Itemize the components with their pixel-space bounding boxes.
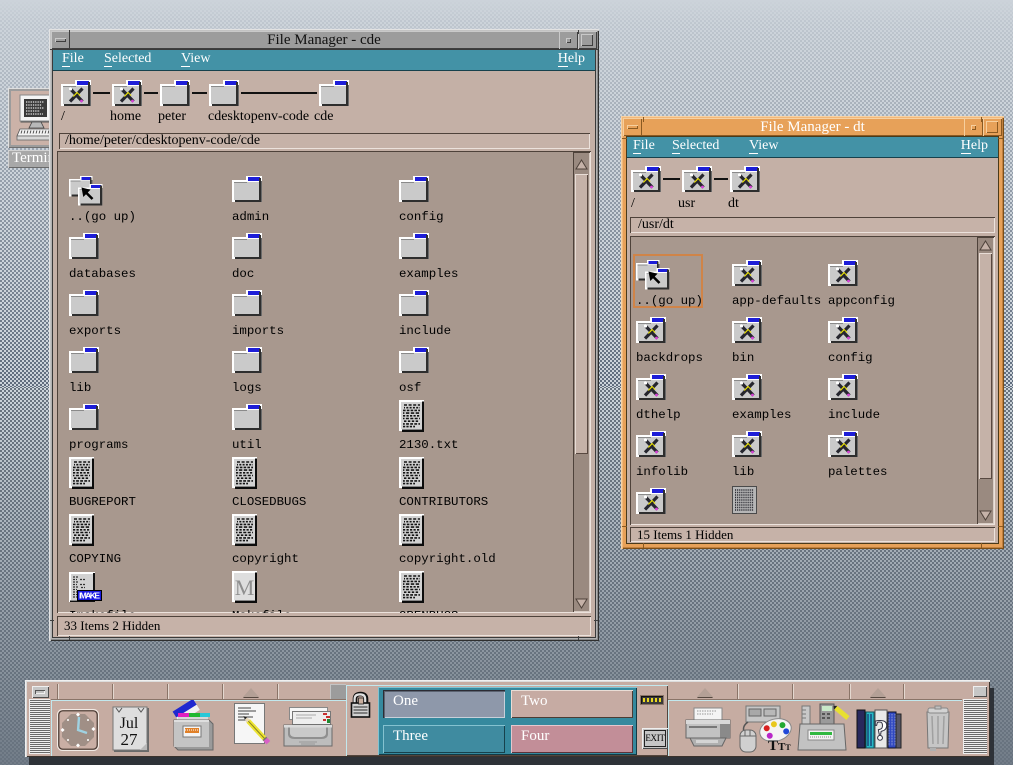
svg-text:?: ?: [874, 714, 889, 747]
svg-text:TTT: TTT: [768, 738, 791, 754]
svg-text:27: 27: [121, 730, 139, 749]
